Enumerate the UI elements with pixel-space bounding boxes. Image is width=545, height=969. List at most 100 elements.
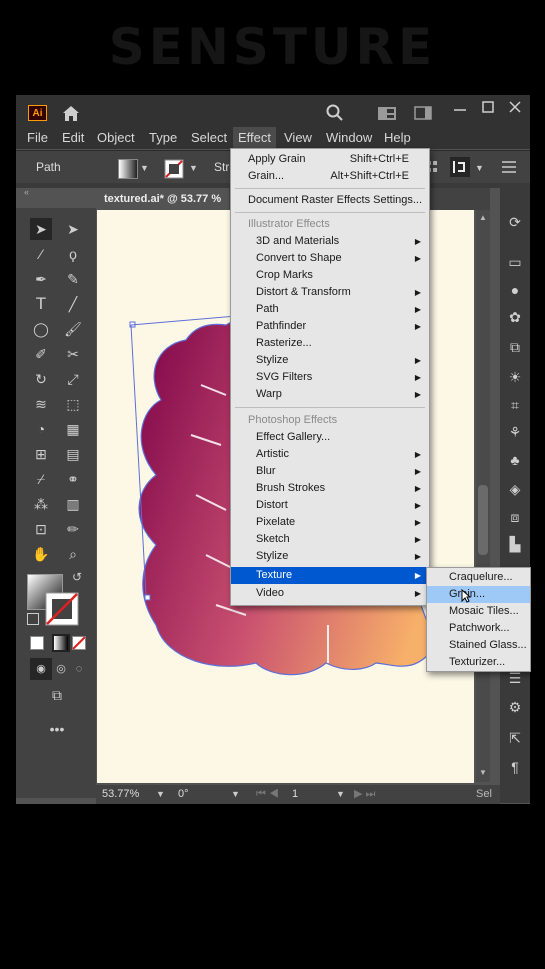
menu-item-distort[interactable]: Distort ▶: [231, 497, 429, 514]
document-raster-effects-item[interactable]: Document Raster Effects Settings...: [231, 192, 429, 209]
perspective-grid-tool-icon[interactable]: ▦: [62, 418, 84, 440]
collapse-left-icon[interactable]: «: [24, 187, 29, 197]
submenu-item-patchwork[interactable]: Patchwork...: [427, 620, 530, 637]
menu-item-artistic[interactable]: Artistic ▶: [231, 446, 429, 463]
menu-type[interactable]: Type: [144, 127, 182, 149]
artboard-number[interactable]: 1: [292, 785, 298, 804]
menu-item-stylize[interactable]: Stylize ▶: [231, 352, 429, 369]
menu-item-texture[interactable]: Texture ▶: [231, 567, 429, 584]
ellipse-tool-icon[interactable]: ◯: [30, 318, 52, 340]
swap-colors-icon[interactable]: ↺: [72, 570, 82, 584]
menu-item-distort-transform[interactable]: Distort & Transform ▶: [231, 284, 429, 301]
blend-tool-icon[interactable]: ⚭: [62, 468, 84, 490]
default-colors-icon[interactable]: [27, 613, 39, 625]
eyedropper-tool-icon[interactable]: ⌿: [30, 468, 52, 490]
menu-window[interactable]: Window: [321, 127, 377, 149]
submenu-item-craquelure[interactable]: Craquelure...: [427, 569, 530, 586]
zoom-level[interactable]: 53.77%: [102, 785, 139, 804]
color-guide-icon[interactable]: ⟳: [506, 213, 524, 231]
menu-item-effect-gallery[interactable]: Effect Gallery...: [231, 429, 429, 446]
more-tools-icon[interactable]: •••: [46, 718, 68, 740]
asset-export-icon[interactable]: ▙: [506, 535, 524, 553]
rotate-tool-icon[interactable]: ↻: [30, 368, 52, 390]
fill-swatch[interactable]: [118, 159, 138, 179]
chevron-down-icon[interactable]: ▼: [189, 163, 198, 173]
menu-item-pathfinder[interactable]: Pathfinder ▶: [231, 318, 429, 335]
status-mode[interactable]: Sel: [476, 785, 492, 804]
menu-view[interactable]: View: [279, 127, 317, 149]
draw-inside-icon[interactable]: ◌: [68, 658, 90, 680]
menu-item-rasterize[interactable]: Rasterize...: [231, 335, 429, 352]
chevron-down-icon[interactable]: ▼: [140, 163, 149, 173]
color-panel-icon[interactable]: ✿: [506, 308, 524, 326]
warp-tool-icon[interactable]: ≋: [30, 393, 52, 415]
color-mode-icon[interactable]: [30, 636, 44, 650]
chevron-down-icon[interactable]: ▼: [231, 785, 240, 804]
menu-effect[interactable]: Effect: [233, 127, 277, 149]
draw-normal-icon[interactable]: ◉: [30, 658, 52, 680]
rotation-value[interactable]: 0°: [178, 785, 189, 804]
shape-builder-tool-icon[interactable]: ◔: [30, 418, 52, 440]
column-graph-tool-icon[interactable]: ▥: [62, 493, 84, 515]
menu-help[interactable]: Help: [379, 127, 416, 149]
submenu-item-texturizer[interactable]: Texturizer...: [427, 654, 530, 671]
menu-item-pixelate[interactable]: Pixelate ▶: [231, 514, 429, 531]
artboard-tool-icon[interactable]: ⊡: [30, 518, 52, 540]
paintbrush-tool-icon[interactable]: 🖌: [62, 318, 84, 340]
shaper-tool-icon[interactable]: ✐: [30, 343, 52, 365]
export-icon[interactable]: ⇱: [506, 729, 524, 747]
gradient-mode-icon[interactable]: [52, 634, 70, 652]
minimize-icon[interactable]: [453, 103, 467, 117]
zoom-tool-icon[interactable]: ⌕: [62, 543, 84, 565]
brushes-icon[interactable]: ⚘: [506, 423, 524, 441]
first-artboard-icon[interactable]: ⏮ ◀: [256, 785, 279, 804]
screen-mode-icon[interactable]: ⧉: [46, 684, 68, 706]
free-transform-tool-icon[interactable]: ⬚: [62, 393, 84, 415]
properties-icon[interactable]: ⚙: [506, 698, 524, 716]
search-icon[interactable]: [326, 104, 344, 122]
symbols-icon[interactable]: ♣: [506, 451, 524, 469]
stroke-color-box[interactable]: [44, 591, 80, 627]
scrollbar-thumb[interactable]: [478, 485, 488, 555]
direct-selection-tool-icon[interactable]: ➤: [62, 218, 84, 240]
vertical-scrollbar[interactable]: ▲ ▼: [476, 210, 490, 782]
transparency-icon[interactable]: ●: [506, 281, 524, 299]
arrange-documents-icon[interactable]: [378, 107, 396, 120]
scroll-down-icon[interactable]: ▼: [479, 768, 487, 777]
maximize-icon[interactable]: [481, 100, 495, 114]
gradient-tool-icon[interactable]: ▤: [62, 443, 84, 465]
menu-item-crop-marks[interactable]: Crop Marks: [231, 267, 429, 284]
lasso-tool-icon[interactable]: ϙ: [62, 243, 84, 265]
panel-menu-icon[interactable]: [502, 161, 516, 173]
menu-item-video[interactable]: Video ▶: [231, 585, 429, 602]
artboards-panel-icon[interactable]: ⧈: [506, 508, 524, 526]
menu-item-blur[interactable]: Blur ▶: [231, 463, 429, 480]
type-tool-icon[interactable]: T: [30, 293, 52, 315]
image-trace-icon[interactable]: ⧉: [506, 338, 524, 356]
document-tab[interactable]: textured.ai* @ 53.77 %: [96, 188, 230, 210]
scissors-tool-icon[interactable]: ✂: [62, 343, 84, 365]
layers-icon[interactable]: ◈: [506, 480, 524, 498]
scroll-up-icon[interactable]: ▲: [479, 213, 487, 222]
pen-tool-icon[interactable]: ✒: [30, 268, 52, 290]
grain-item[interactable]: Grain... Alt+Shift+Ctrl+E: [231, 168, 429, 185]
menu-item-path[interactable]: Path ▶: [231, 301, 429, 318]
gradient-panel-icon[interactable]: ▭: [506, 253, 524, 271]
menu-item-convert-to-shape[interactable]: Convert to Shape ▶: [231, 250, 429, 267]
menu-object[interactable]: Object: [92, 127, 140, 149]
submenu-item-mosaic-tiles[interactable]: Mosaic Tiles...: [427, 603, 530, 620]
stroke-none-swatch[interactable]: [164, 159, 184, 179]
line-tool-icon[interactable]: ╱: [62, 293, 84, 315]
menu-item-warp[interactable]: Warp ▶: [231, 386, 429, 403]
selection-tool-icon[interactable]: ➤: [30, 218, 52, 240]
menu-item-svg-filters[interactable]: SVG Filters ▶: [231, 369, 429, 386]
chevron-down-icon[interactable]: ▼: [336, 785, 345, 804]
submenu-item-grain[interactable]: Grain...: [427, 586, 530, 603]
none-mode-icon[interactable]: [72, 636, 86, 650]
menu-edit[interactable]: Edit: [57, 127, 89, 149]
paragraph-icon[interactable]: ¶: [506, 758, 524, 776]
menu-item-brush-strokes[interactable]: Brush Strokes ▶: [231, 480, 429, 497]
transform-icon[interactable]: [450, 157, 470, 177]
align-panel-icon[interactable]: ⌗: [506, 396, 524, 414]
submenu-item-stained-glass[interactable]: Stained Glass...: [427, 637, 530, 654]
